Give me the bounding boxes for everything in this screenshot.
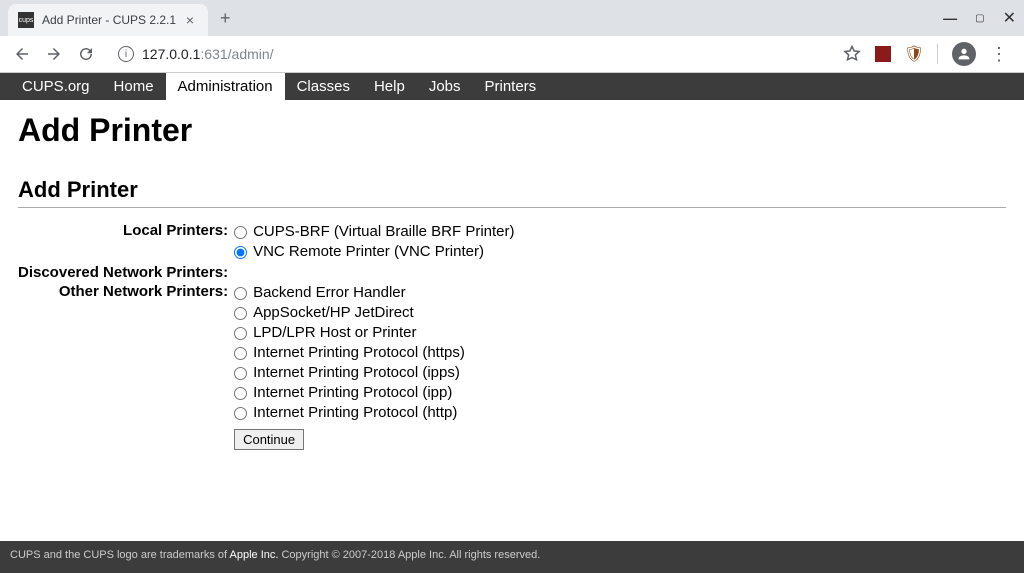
address-bar[interactable]: i 127.0.0.1:631/admin/: [108, 40, 835, 68]
window-controls: — ▢ ✕: [943, 8, 1024, 28]
close-window-button[interactable]: ✕: [1003, 8, 1016, 28]
printer-radio[interactable]: [234, 407, 247, 420]
cups-nav: CUPS.orgHomeAdministrationClassesHelpJob…: [0, 73, 1024, 100]
printer-radio[interactable]: [234, 327, 247, 340]
favicon: cups: [18, 12, 34, 28]
printer-option-label: Internet Printing Protocol (http): [253, 403, 457, 423]
nav-item-administration[interactable]: Administration: [166, 73, 285, 100]
page-title: Add Printer: [18, 112, 1006, 149]
ublock-shield-icon[interactable]: 🛡: [905, 45, 923, 63]
discovered-printers-label: Discovered Network Printers:: [18, 264, 232, 283]
browser-chrome: cups Add Printer - CUPS 2.2.1 × + — ▢ ✕ …: [0, 0, 1024, 73]
printer-radio[interactable]: [234, 226, 247, 239]
footer-text-prefix: CUPS and the CUPS logo are trademarks of: [10, 549, 230, 561]
nav-item-home[interactable]: Home: [102, 73, 166, 100]
printer-option: VNC Remote Printer (VNC Printer): [234, 242, 514, 262]
close-tab-icon[interactable]: ×: [182, 12, 198, 28]
reload-icon: [77, 45, 95, 63]
printer-option: CUPS-BRF (Virtual Braille BRF Printer): [234, 222, 514, 242]
printer-option: AppSocket/HP JetDirect: [234, 303, 514, 323]
footer-trademark: Apple Inc.: [230, 549, 279, 561]
local-printers-label: Local Printers:: [18, 222, 232, 264]
forward-button[interactable]: [40, 40, 68, 68]
printer-option: Internet Printing Protocol (https): [234, 343, 514, 363]
page-content: Add Printer Add Printer Local Printers: …: [0, 100, 1024, 464]
tab-bar: cups Add Printer - CUPS 2.2.1 × + — ▢ ✕: [0, 0, 1024, 36]
nav-item-jobs[interactable]: Jobs: [417, 73, 473, 100]
printer-option: Internet Printing Protocol (ipps): [234, 363, 514, 383]
other-printers-label: Other Network Printers:: [18, 283, 232, 425]
maximize-button[interactable]: ▢: [975, 13, 984, 24]
printer-radio[interactable]: [234, 287, 247, 300]
printer-form-table: Local Printers: CUPS-BRF (Virtual Braill…: [18, 222, 515, 452]
toolbar-right: 🛡 ⋮: [843, 42, 1016, 66]
arrow-right-icon: [45, 45, 63, 63]
toolbar-divider: [937, 44, 938, 64]
page-footer: CUPS and the CUPS logo are trademarks of…: [0, 541, 1024, 573]
nav-item-classes[interactable]: Classes: [285, 73, 362, 100]
arrow-left-icon: [13, 45, 31, 63]
printer-radio[interactable]: [234, 246, 247, 259]
footer-text-suffix: Copyright © 2007-2018 Apple Inc. All rig…: [278, 549, 540, 561]
printer-option-label: Internet Printing Protocol (ipp): [253, 383, 452, 403]
printer-option-label: Backend Error Handler: [253, 283, 406, 303]
bookmark-star-icon[interactable]: [843, 45, 861, 63]
nav-item-cupsorg[interactable]: CUPS.org: [10, 73, 102, 100]
printer-radio[interactable]: [234, 367, 247, 380]
browser-menu-button[interactable]: ⋮: [990, 45, 1008, 63]
minimize-button[interactable]: —: [943, 10, 957, 26]
reload-button[interactable]: [72, 40, 100, 68]
browser-tab[interactable]: cups Add Printer - CUPS 2.2.1 ×: [8, 4, 208, 36]
url-path: :631/admin/: [200, 46, 273, 62]
printer-radio[interactable]: [234, 387, 247, 400]
address-bar-row: i 127.0.0.1:631/admin/ 🛡 ⋮: [0, 36, 1024, 72]
printer-option-label: Internet Printing Protocol (https): [253, 343, 465, 363]
printer-option-label: VNC Remote Printer (VNC Printer): [253, 242, 484, 262]
printer-option: Internet Printing Protocol (ipp): [234, 383, 514, 403]
printer-option: Backend Error Handler: [234, 283, 514, 303]
back-button[interactable]: [8, 40, 36, 68]
site-info-icon[interactable]: i: [118, 46, 134, 62]
nav-item-printers[interactable]: Printers: [473, 73, 549, 100]
printer-radio[interactable]: [234, 307, 247, 320]
tab-title: Add Printer - CUPS 2.2.1: [42, 13, 182, 27]
printer-option-label: Internet Printing Protocol (ipps): [253, 363, 460, 383]
printer-radio[interactable]: [234, 347, 247, 360]
new-tab-button[interactable]: +: [208, 8, 243, 29]
person-icon: [956, 46, 972, 62]
profile-button[interactable]: [952, 42, 976, 66]
nav-item-help[interactable]: Help: [362, 73, 417, 100]
section-heading: Add Printer: [18, 177, 1006, 208]
printer-option-label: LPD/LPR Host or Printer: [253, 323, 416, 343]
printer-option: Internet Printing Protocol (http): [234, 403, 514, 423]
url-host: 127.0.0.1: [142, 46, 200, 62]
continue-button[interactable]: Continue: [234, 429, 304, 450]
extension-icon-1[interactable]: [875, 46, 891, 62]
printer-option: LPD/LPR Host or Printer: [234, 323, 514, 343]
printer-option-label: CUPS-BRF (Virtual Braille BRF Printer): [253, 222, 514, 242]
printer-option-label: AppSocket/HP JetDirect: [253, 303, 414, 323]
